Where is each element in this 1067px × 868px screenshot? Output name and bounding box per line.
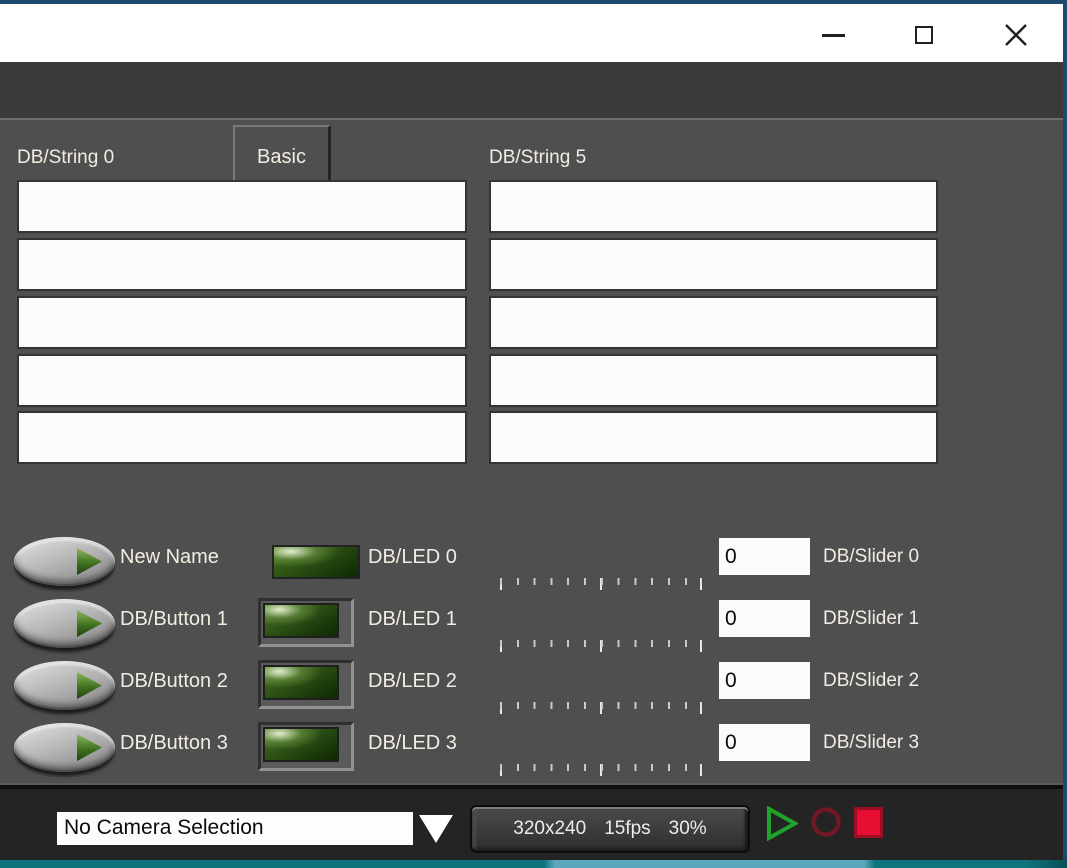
toggle-button[interactable] <box>14 599 115 648</box>
led-label: DB/LED 2 <box>368 670 457 693</box>
button-label: New Name <box>120 546 219 569</box>
camera-resolution: 320x240 <box>513 818 586 840</box>
led-label: DB/LED 1 <box>368 608 457 631</box>
window-border-right <box>1063 0 1067 860</box>
string-input[interactable] <box>489 238 938 291</box>
led-label: DB/LED 3 <box>368 732 457 755</box>
string-input[interactable] <box>489 180 938 233</box>
button-label: DB/Button 1 <box>120 608 228 631</box>
led-indicator <box>258 722 354 771</box>
maximize-button[interactable] <box>901 16 947 54</box>
toggle-button[interactable] <box>14 661 115 710</box>
window-border-top <box>0 0 1067 4</box>
taskbar-strip <box>0 860 1067 868</box>
slider-label: DB/Slider 3 <box>823 732 919 754</box>
slider-label: DB/Slider 2 <box>823 670 919 692</box>
string-input[interactable] <box>17 411 467 464</box>
toggle-button[interactable] <box>14 723 115 772</box>
slider-ticks <box>500 702 702 715</box>
minimize-icon <box>822 34 845 37</box>
camera-select-dropdown[interactable]: No Camera Selection <box>57 812 413 845</box>
led-lens <box>263 727 339 762</box>
toggle-arrow-icon <box>77 672 102 699</box>
string-input[interactable] <box>17 238 467 291</box>
maximize-icon <box>915 26 933 44</box>
toggle-arrow-icon <box>77 610 102 637</box>
play-icon <box>769 809 795 838</box>
toggle-button[interactable] <box>14 537 115 586</box>
minimize-button[interactable] <box>810 16 856 54</box>
slider-ticks <box>500 764 702 777</box>
tab-basic[interactable]: Basic <box>233 125 331 187</box>
string-input[interactable] <box>17 180 467 233</box>
toggle-arrow-icon <box>77 734 102 761</box>
stop-button[interactable] <box>854 807 883 838</box>
string-input[interactable] <box>489 296 938 349</box>
button-label: DB/Button 2 <box>120 670 228 693</box>
string-column-label: DB/String 0 <box>17 147 114 169</box>
string-input[interactable] <box>17 354 467 407</box>
slider-value-input[interactable]: 0 <box>719 538 810 575</box>
string-input[interactable] <box>489 354 938 407</box>
slider-label: DB/Slider 0 <box>823 546 919 568</box>
close-button[interactable] <box>993 16 1039 54</box>
close-icon <box>1003 22 1029 48</box>
slider-value-input[interactable]: 0 <box>719 600 810 637</box>
record-icon <box>814 810 839 835</box>
record-button[interactable] <box>810 806 842 838</box>
dashboard-window: Drive Camera Basic Custom Test Commands … <box>0 0 1067 868</box>
button-label: DB/Button 3 <box>120 732 228 755</box>
slider-ticks <box>500 578 702 591</box>
slider-value-input[interactable]: 0 <box>719 662 810 699</box>
led-label: DB/LED 0 <box>368 546 457 569</box>
string-input[interactable] <box>489 411 938 464</box>
slider-ticks <box>500 640 702 653</box>
play-button[interactable] <box>766 806 798 841</box>
led-lens <box>263 603 339 638</box>
dropdown-arrow-icon[interactable] <box>419 815 453 843</box>
slider-label: DB/Slider 1 <box>823 608 919 630</box>
led-indicator <box>258 660 354 709</box>
camera-cpu: 30% <box>669 818 707 840</box>
camera-fps: 15fps <box>604 818 650 840</box>
camera-stats-button[interactable]: 320x240 15fps 30% <box>470 805 750 853</box>
string-input[interactable] <box>17 296 467 349</box>
led-lens <box>263 665 339 700</box>
slider-value-input[interactable]: 0 <box>719 724 810 761</box>
camera-bar: No Camera Selection 320x240 15fps 30% <box>0 783 1067 860</box>
tab-bar: Drive Camera Basic Custom Test Commands … <box>0 62 1067 118</box>
titlebar <box>0 4 1067 62</box>
toggle-arrow-icon <box>77 548 102 575</box>
led-indicator <box>272 545 360 579</box>
led-indicator <box>258 598 354 647</box>
string-column-label: DB/String 5 <box>489 147 586 169</box>
